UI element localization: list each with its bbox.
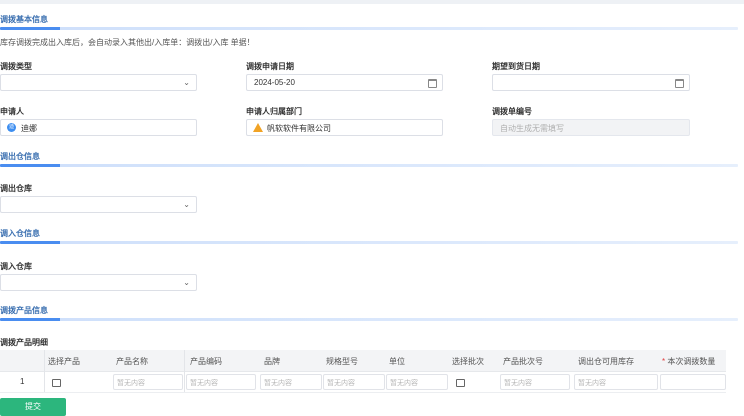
dept-field[interactable]: 帆软软件有限公司 [246,119,443,136]
chevron-down-icon: ⌄ [183,78,190,87]
table-row: 1 暂无内容 暂无内容 暂无内容 暂无内容 暂无内容 暂无内容 暂无内容 [0,372,726,393]
section-title-products: 调拨产品信息 [0,306,48,315]
in-warehouse-select[interactable]: ⌄ [0,274,197,291]
out-warehouse-label: 调出仓库 [0,184,32,193]
transfer-type-label: 调拨类型 [0,62,32,71]
section-title-in-warehouse: 调入仓信息 [0,229,40,238]
applicant-label: 申请人 [0,107,24,116]
section-divider [0,241,738,244]
apply-date-field[interactable]: 2024-05-20 [246,74,443,91]
top-bar [0,0,744,4]
th-product-name: 产品名称 [116,357,148,366]
th-product-code: 产品编码 [190,357,222,366]
expected-date-field[interactable] [492,74,690,91]
out-warehouse-select[interactable]: ⌄ [0,196,197,213]
batch-picker-icon[interactable] [456,379,465,387]
section-divider [0,318,738,321]
transfer-type-select[interactable]: ⌄ [0,74,197,91]
th-select-product: 选择产品 [48,357,80,366]
section-title-basic: 调拨基本信息 [0,15,48,24]
number-label: 调拨单编号 [492,107,532,116]
section-divider [0,27,738,30]
available-stock-cell: 暂无内容 [574,374,658,390]
row-index: 1 [20,377,25,386]
th-transfer-qty: * 本次调拨数量 [662,357,716,366]
spec-cell: 暂无内容 [323,374,385,390]
section-divider [0,164,738,167]
section-title-out-warehouse: 调出仓信息 [0,152,40,161]
brand-cell: 暂无内容 [260,374,322,390]
notice-text: 库存调拨完成出入库后，会自动录入其他出/入库单：调拨出/入库 单据！ [0,38,255,47]
th-unit: 单位 [389,357,405,366]
expected-date-label: 期望到货日期 [492,62,540,71]
product-code-cell: 暂无内容 [186,374,256,390]
chevron-down-icon: ⌄ [183,200,190,209]
th-select-batch: 选择批次 [452,357,484,366]
th-brand: 品牌 [264,357,280,366]
warning-icon [253,123,263,132]
number-field: 自动生成无需填写 [492,119,690,136]
chevron-down-icon: ⌄ [183,278,190,287]
product-detail-title: 调拨产品明细 [0,338,48,347]
apply-date-label: 调拨申请日期 [246,62,294,71]
calendar-icon [675,79,684,88]
submit-button[interactable]: 提交 [0,398,66,416]
dept-label: 申请人归属部门 [246,107,302,116]
product-name-cell: 暂无内容 [113,374,183,390]
applicant-field[interactable]: 迪 迪娜 [0,119,197,136]
product-picker-icon[interactable] [52,379,61,387]
calendar-icon [428,79,437,88]
user-avatar-icon: 迪 [7,123,16,132]
in-warehouse-label: 调入仓库 [0,262,32,271]
unit-cell: 暂无内容 [386,374,448,390]
th-available-stock: 调出仓可用库存 [578,357,634,366]
th-spec: 规格型号 [326,357,358,366]
table-header: 选择产品 产品名称 产品编码 品牌 规格型号 单位 选择批次 产品批次号 调出仓… [0,350,726,372]
th-batch-no: 产品批次号 [503,357,543,366]
transfer-qty-input[interactable] [660,374,726,390]
batch-no-cell: 暂无内容 [500,374,570,390]
